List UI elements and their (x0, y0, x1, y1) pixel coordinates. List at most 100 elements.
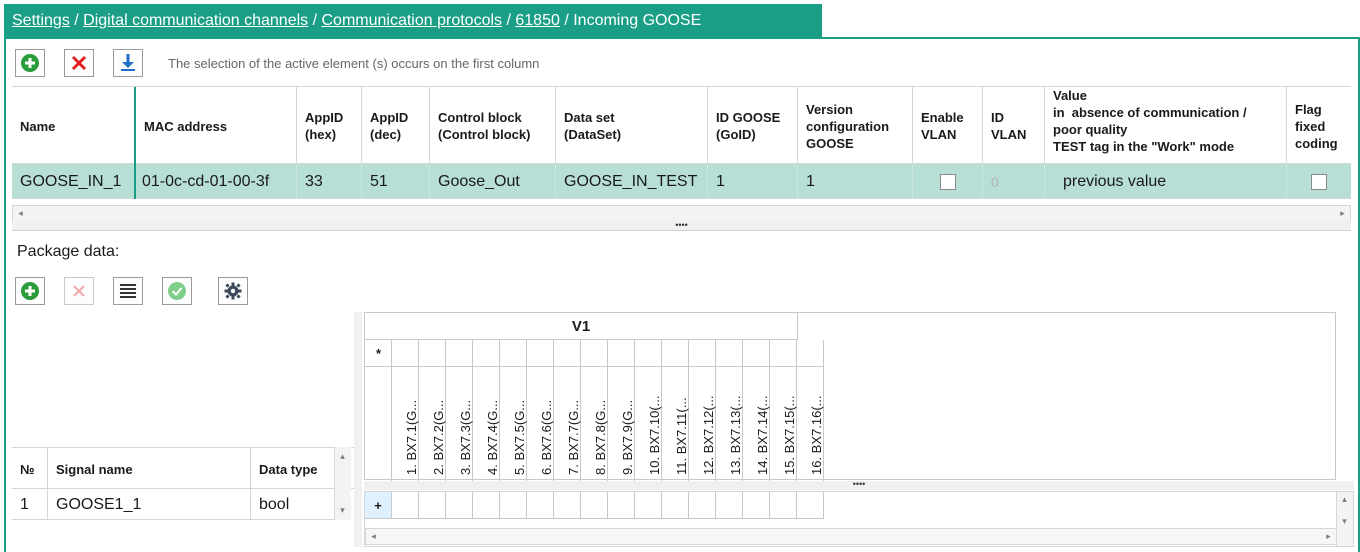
matrix-cell[interactable] (554, 492, 581, 519)
package-settings-button[interactable] (218, 277, 248, 305)
table-row[interactable]: GOOSE_IN_1 01-0c-cd-01-00-3f 33 51 Goose… (12, 164, 1351, 199)
cell-data-set[interactable]: GOOSE_IN_TEST (555, 164, 707, 199)
package-apply-button[interactable] (162, 277, 192, 305)
col-appid-dec-header[interactable]: AppID (dec) (361, 87, 429, 165)
list-icon (120, 284, 136, 298)
matrix-column[interactable]: 13. BX7.13(... (716, 340, 743, 481)
matrix-vertical-scrollbar[interactable]: ▴ ▾ (1336, 492, 1353, 546)
add-row-button[interactable]: + (365, 492, 392, 519)
scroll-left-icon[interactable]: ◂ (13, 206, 28, 221)
matrix-column-label: 15. BX7.15(... (782, 395, 797, 476)
matrix-cell[interactable] (392, 492, 419, 519)
breadcrumb-link-settings[interactable]: Settings (12, 12, 70, 29)
header-line: VLAN (921, 127, 957, 142)
cell-version[interactable]: 1 (797, 164, 912, 199)
matrix-column[interactable]: 1. BX7.1(G... (392, 340, 419, 481)
header-line: coding (1295, 135, 1338, 151)
enable-vlan-checkbox[interactable] (939, 173, 956, 190)
matrix-cell[interactable] (635, 492, 662, 519)
cell-name[interactable]: GOOSE_IN_1 (12, 164, 134, 199)
breadcrumb-link-61850[interactable]: 61850 (515, 12, 560, 29)
matrix-cell[interactable] (419, 492, 446, 519)
matrix-cap-cell (446, 340, 473, 367)
matrix-cell[interactable] (662, 492, 689, 519)
col-enable-vlan-header[interactable]: Enable VLAN (912, 87, 982, 165)
col-signal-header[interactable]: Signal name (47, 448, 250, 490)
matrix-horizontal-scrollbar[interactable]: ◂ ▸ (365, 528, 1337, 545)
cell-enable-vlan[interactable] (912, 164, 982, 199)
vertical-scrollbar[interactable]: ▴ ▾ (334, 447, 351, 520)
matrix-column[interactable]: 15. BX7.15(... (770, 340, 797, 481)
scroll-down-icon[interactable]: ▾ (1337, 514, 1352, 529)
matrix-cell[interactable] (797, 492, 824, 519)
cell-mac[interactable]: 01-0c-cd-01-00-3f (134, 164, 296, 199)
table-row[interactable]: 1 GOOSE1_1 bool (12, 489, 334, 520)
cell-signal[interactable]: GOOSE1_1 (47, 489, 250, 520)
col-control-block-header[interactable]: Control block (Control block) (429, 87, 555, 165)
delete-button[interactable] (64, 49, 94, 77)
matrix-column[interactable]: 16. BX7.16(... (797, 340, 824, 481)
scroll-down-icon[interactable]: ▾ (335, 503, 350, 518)
matrix-column[interactable]: 9. BX7.9(G... (608, 340, 635, 481)
matrix-cell[interactable] (581, 492, 608, 519)
matrix-column[interactable]: 5. BX7.5(G... (500, 340, 527, 481)
cell-appid-dec[interactable]: 51 (361, 164, 429, 199)
scroll-right-icon[interactable]: ▸ (1321, 529, 1336, 544)
scroll-up-icon[interactable]: ▴ (335, 449, 350, 464)
matrix-column[interactable]: 11. BX7.11(... (662, 340, 689, 481)
matrix-cell[interactable] (770, 492, 797, 519)
col-id-vlan-header[interactable]: ID VLAN (982, 87, 1044, 165)
matrix-column[interactable]: 14. BX7.14(... (743, 340, 770, 481)
package-list-button[interactable] (113, 277, 143, 305)
matrix-cell[interactable] (716, 492, 743, 519)
matrix-column[interactable]: 3. BX7.3(G... (446, 340, 473, 481)
add-button[interactable] (15, 49, 45, 77)
col-mac-header[interactable]: MAC address (134, 87, 296, 165)
matrix-cell[interactable] (473, 492, 500, 519)
horizontal-splitter[interactable]: •••• (12, 221, 1351, 231)
col-data-set-header[interactable]: Data set (DataSet) (555, 87, 707, 165)
cell-appid-hex[interactable]: 33 (296, 164, 361, 199)
signal-matrix: V1 * 1. BX7.1(G... 2. BX7.2(G... 3. BX7.3(G… (364, 312, 1336, 481)
cell-control-block[interactable]: Goose_Out (429, 164, 555, 199)
matrix-cell[interactable] (608, 492, 635, 519)
matrix-cell[interactable] (743, 492, 770, 519)
scroll-up-icon[interactable]: ▴ (1337, 492, 1352, 507)
cell-flag[interactable] (1286, 164, 1351, 199)
matrix-cell[interactable] (689, 492, 716, 519)
package-add-button[interactable] (15, 277, 45, 305)
matrix-column-label: 3. BX7.3(G... (458, 399, 473, 475)
package-delete-button[interactable] (64, 277, 94, 305)
matrix-cap-cell (392, 340, 419, 367)
col-version-header[interactable]: Version configuration GOOSE (797, 87, 912, 165)
col-appid-hex-header[interactable]: AppID (hex) (296, 87, 361, 165)
cell-value[interactable]: previous value (1044, 164, 1286, 199)
cell-goid[interactable]: 1 (707, 164, 797, 199)
matrix-splitter[interactable]: •••• (364, 480, 1354, 490)
col-flag-header[interactable]: Flag fixed coding (1286, 87, 1351, 165)
matrix-cell[interactable] (500, 492, 527, 519)
matrix-data-grid: + ◂ ▸ ▴ ▾ (364, 491, 1354, 547)
scroll-right-icon[interactable]: ▸ (1335, 206, 1350, 221)
matrix-column[interactable]: 7. BX7.7(G... (554, 340, 581, 481)
matrix-cell[interactable] (527, 492, 554, 519)
matrix-column[interactable]: 10. BX7.10(... (635, 340, 662, 481)
breadcrumb-link-digital-channels[interactable]: Digital communication channels (83, 12, 308, 29)
matrix-column[interactable]: 4. BX7.4(G... (473, 340, 500, 481)
scroll-left-icon[interactable]: ◂ (366, 529, 381, 544)
col-type-header[interactable]: Data type (250, 448, 334, 490)
col-num-header[interactable]: № (12, 448, 47, 490)
flag-fixed-coding-checkbox[interactable] (1311, 173, 1327, 190)
download-button[interactable] (113, 49, 143, 77)
matrix-column[interactable]: 6. BX7.6(G... (527, 340, 554, 481)
col-goid-header[interactable]: ID GOOSE (GoID) (707, 87, 797, 165)
breadcrumb-link-protocols[interactable]: Communication protocols (322, 12, 503, 29)
matrix-column[interactable]: 2. BX7.2(G... (419, 340, 446, 481)
matrix-column[interactable]: 12. BX7.12(... (689, 340, 716, 481)
col-value-header[interactable]: Value in absence of communication / poor q… (1044, 87, 1286, 165)
col-name-header[interactable]: Name (12, 87, 134, 165)
matrix-column[interactable]: 8. BX7.8(G... (581, 340, 608, 481)
matrix-cell[interactable] (446, 492, 473, 519)
cell-type[interactable]: bool (250, 489, 334, 520)
vertical-splitter[interactable] (354, 312, 362, 547)
